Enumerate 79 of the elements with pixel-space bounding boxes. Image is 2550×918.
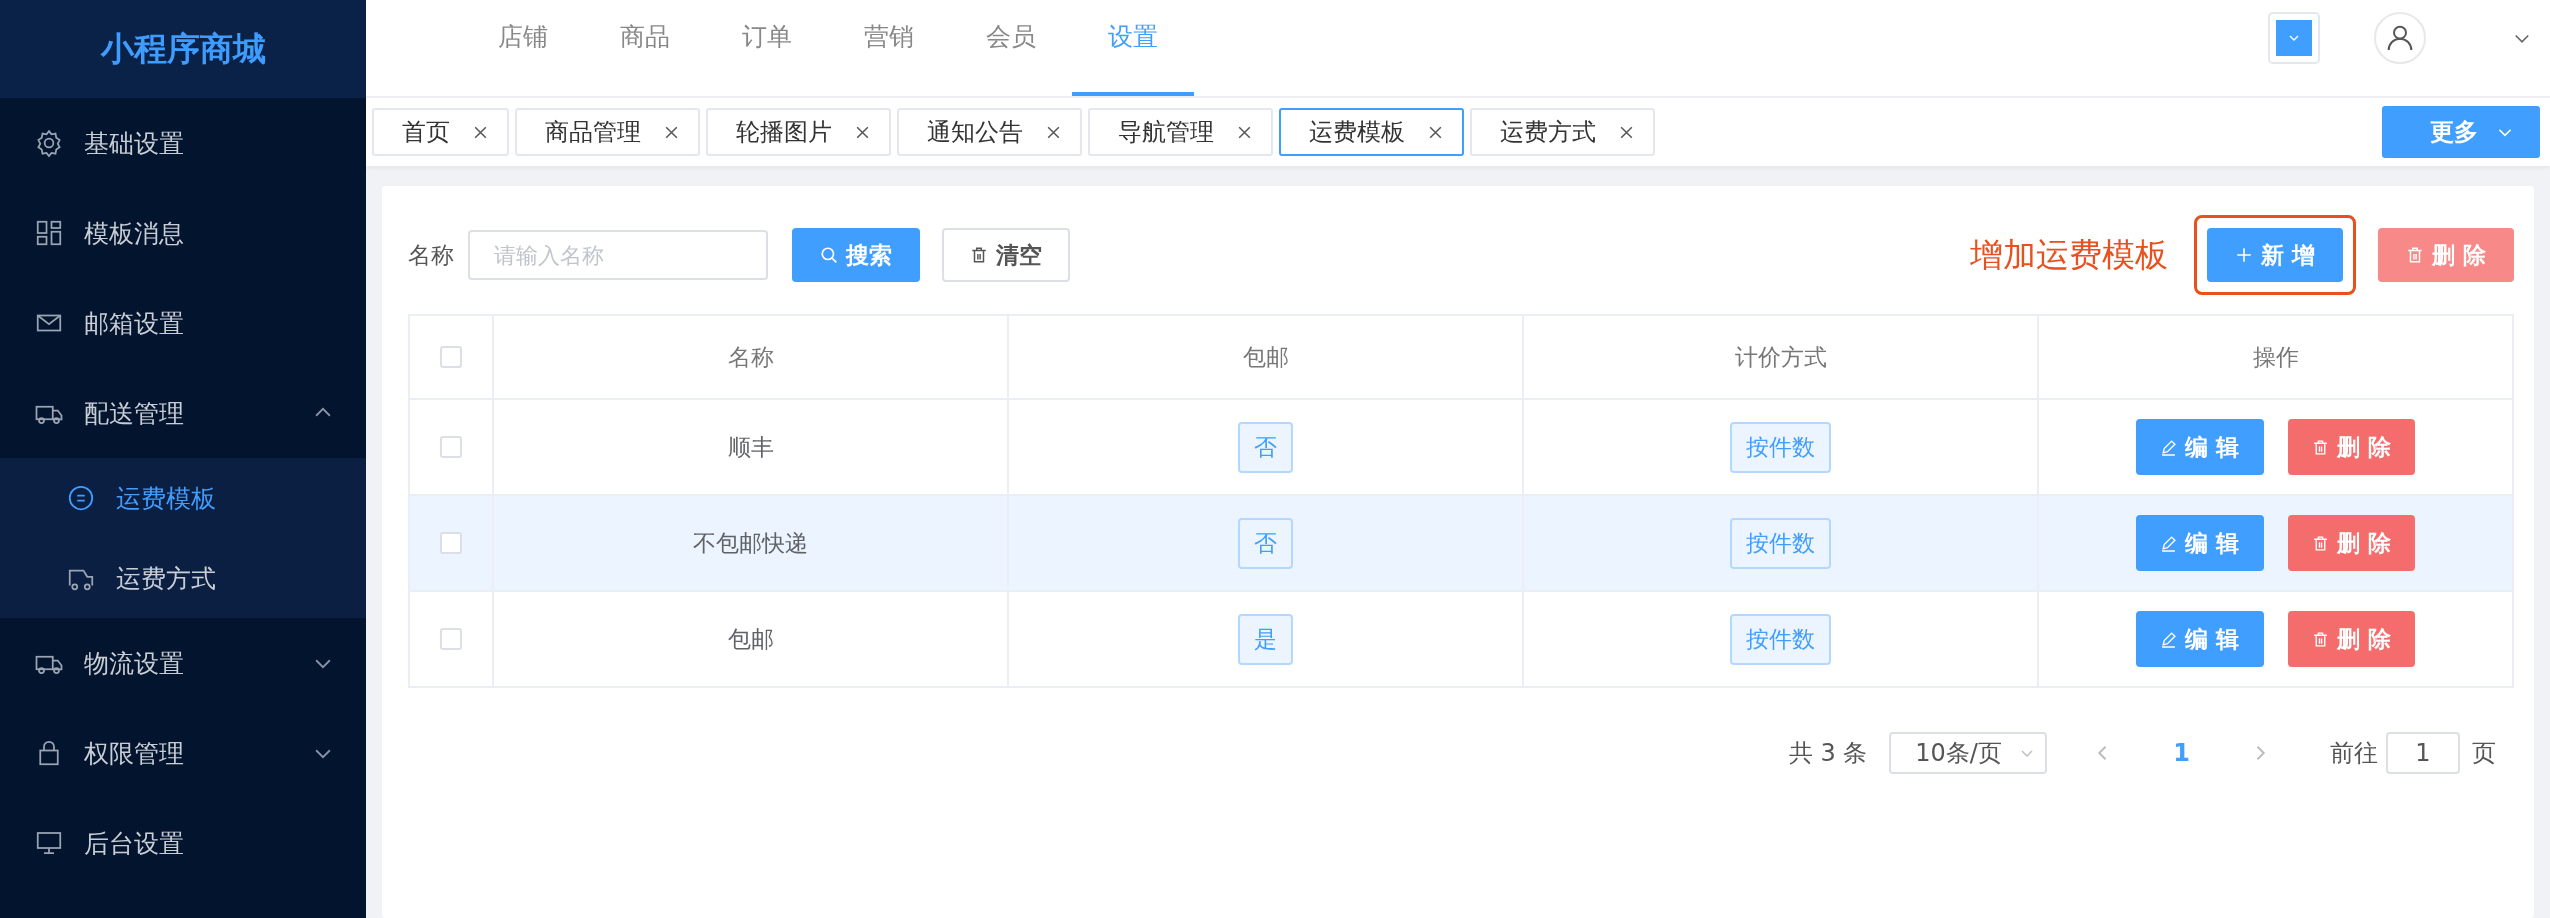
- sidebar-sublabel: 运费模板: [116, 482, 216, 515]
- trash-icon: [2311, 630, 2329, 648]
- pencil-icon: [2160, 534, 2178, 552]
- checkbox[interactable]: [440, 628, 462, 650]
- sidebar-label: 权限管理: [84, 737, 185, 770]
- page-suffix: 页: [2472, 738, 2496, 769]
- total-count: 共 3 条: [1788, 738, 1868, 769]
- trash-icon: [2311, 534, 2329, 552]
- annotation-text: 增加运费模板: [1969, 233, 2168, 276]
- column-header: 操作: [2037, 316, 2512, 398]
- goto-label: 前往: [2330, 738, 2378, 769]
- page-tab[interactable]: 运费方式: [1470, 108, 1655, 156]
- page-input[interactable]: 1: [2386, 732, 2460, 774]
- sidebar-item[interactable]: 物流设置: [0, 618, 366, 708]
- nav-tab[interactable]: 商品: [584, 0, 706, 96]
- page-tab[interactable]: 运费模板: [1279, 108, 1464, 156]
- status-tag: 否: [1238, 421, 1293, 473]
- app-logo: 小程序商城: [0, 0, 366, 98]
- sidebar-subitem[interactable]: 运费方式: [0, 538, 366, 618]
- table-cell-text: 包邮: [727, 624, 774, 654]
- page-tab[interactable]: 轮播图片: [706, 108, 891, 156]
- grid-icon: [34, 218, 64, 248]
- page-tab[interactable]: 导航管理: [1088, 108, 1273, 156]
- sidebar-label: 物流设置: [84, 647, 185, 680]
- pricing-tag: 按件数: [1730, 421, 1831, 473]
- column-header: 包邮: [1007, 316, 1522, 398]
- checkbox[interactable]: [440, 532, 462, 554]
- trash-icon: [970, 246, 988, 264]
- column-header: 名称: [492, 316, 1007, 398]
- table-cell-text: 不包邮快递: [693, 528, 808, 558]
- avatar[interactable]: [2374, 12, 2426, 64]
- tab-label: 首页: [402, 117, 450, 148]
- pricing-tag: 按件数: [1730, 517, 1831, 569]
- page-tab[interactable]: 商品管理: [515, 108, 700, 156]
- badge-icon: [66, 483, 96, 513]
- sidebar-label: 后台设置: [84, 827, 185, 860]
- search-icon: [820, 246, 838, 264]
- sidebar-item[interactable]: 权限管理: [0, 708, 366, 798]
- sidebar-label: 基础设置: [84, 127, 185, 160]
- table-cell-text: 顺丰: [727, 432, 774, 462]
- sidebar-subitem[interactable]: 运费模板: [0, 458, 366, 538]
- sidebar-sublabel: 运费方式: [116, 562, 216, 595]
- sidebar-item[interactable]: 邮箱设置: [0, 278, 366, 368]
- tab-label: 通知公告: [927, 117, 1023, 148]
- page-size-select[interactable]: 10条/页: [1889, 732, 2048, 774]
- sidebar-item[interactable]: 基础设置: [0, 98, 366, 188]
- tab-label: 运费模板: [1309, 117, 1405, 148]
- field-label: 名称: [408, 240, 454, 270]
- sidebar-label: 配送管理: [84, 397, 185, 430]
- pencil-icon: [2160, 438, 2178, 456]
- column-header: 计价方式: [1522, 316, 2037, 398]
- page-tab[interactable]: 首页: [372, 108, 509, 156]
- nav-tab[interactable]: 订单: [706, 0, 828, 96]
- pencil-icon: [2160, 630, 2178, 648]
- tab-label: 轮播图片: [736, 117, 832, 148]
- checkbox[interactable]: [440, 346, 462, 368]
- sidebar-label: 模板消息: [84, 217, 185, 250]
- nav-tab[interactable]: 营销: [828, 0, 950, 96]
- sidebar-item[interactable]: 模板消息: [0, 188, 366, 278]
- tab-label: 运费方式: [1500, 117, 1596, 148]
- plus-icon: [2234, 246, 2253, 264]
- sidebar-item[interactable]: 配送管理: [0, 368, 366, 458]
- gear-icon: [34, 128, 64, 158]
- trash-icon: [2406, 246, 2424, 264]
- sidebar-item[interactable]: 后台设置: [0, 798, 366, 888]
- nav-tab[interactable]: 店铺: [462, 0, 584, 96]
- status-tag: 否: [1238, 517, 1293, 569]
- sidebar-label: 邮箱设置: [84, 307, 185, 340]
- nav-tab[interactable]: 会员: [950, 0, 1072, 96]
- status-tag: 是: [1238, 613, 1293, 665]
- name-input[interactable]: 请输入名称: [468, 230, 768, 280]
- tab-label: 商品管理: [545, 117, 641, 148]
- checkbox[interactable]: [440, 436, 462, 458]
- pricing-tag: 按件数: [1730, 613, 1831, 665]
- page-tab[interactable]: 通知公告: [897, 108, 1082, 156]
- tab-label: 导航管理: [1118, 117, 1214, 148]
- dropdown-button[interactable]: [2270, 14, 2318, 62]
- clear-button[interactable]: 清空: [942, 228, 1070, 282]
- trash-icon: [2311, 438, 2329, 456]
